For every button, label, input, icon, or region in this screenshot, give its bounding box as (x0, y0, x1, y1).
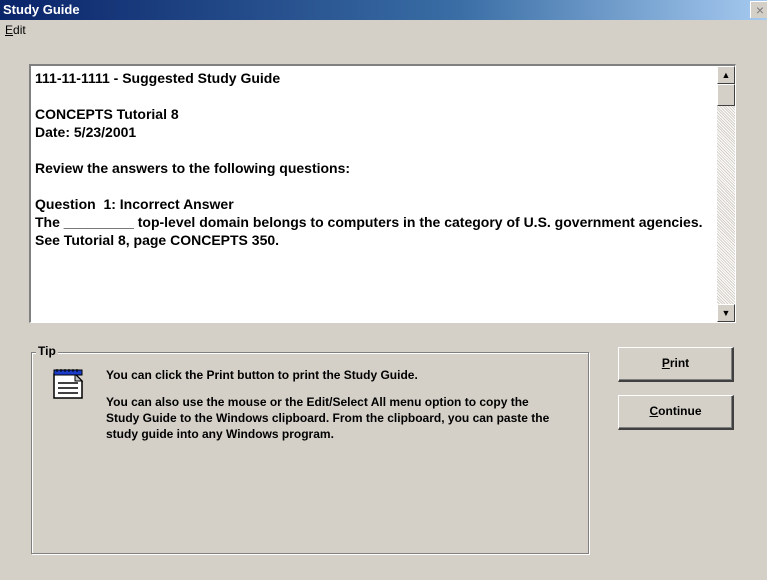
menu-edit[interactable]: Edit (3, 22, 28, 38)
tip-legend: Tip (36, 344, 58, 358)
menu-edit-mnemonic: E (5, 23, 14, 37)
menu-bar: Edit (0, 20, 767, 40)
scroll-down-icon[interactable]: ▼ (717, 304, 735, 322)
print-label: rint (669, 356, 690, 370)
guide-tutorial: CONCEPTS Tutorial 8 (35, 106, 179, 122)
window-title: Study Guide (3, 2, 80, 17)
menu-edit-label: dit (13, 23, 26, 37)
print-mnemonic: P (661, 356, 670, 370)
title-bar: Study Guide × (0, 0, 767, 20)
continue-button[interactable]: Continue (618, 395, 734, 430)
print-button[interactable]: Print (618, 347, 734, 382)
tip-text: You can click the Print button to print … (106, 367, 556, 453)
close-icon[interactable]: × (750, 1, 767, 18)
scroll-thumb[interactable] (717, 84, 735, 106)
vertical-scrollbar[interactable]: ▲ ▼ (717, 66, 735, 322)
continue-label: ontinue (658, 404, 702, 418)
tip-line-print: You can click the Print button to print … (106, 368, 418, 382)
scroll-up-icon[interactable]: ▲ (717, 66, 735, 84)
guide-date: Date: 5/23/2001 (35, 124, 137, 140)
question-reference: See Tutorial 8, page CONCEPTS 350. (35, 232, 280, 248)
guide-instruction: Review the answers to the following ques… (35, 160, 351, 176)
study-guide-textbox[interactable]: 111-11-1111 - Suggested Study Guide CONC… (29, 64, 736, 323)
question-text: The _________ top-level domain belongs t… (35, 214, 703, 230)
continue-mnemonic: C (649, 404, 659, 418)
guide-header: 111-11-1111 - Suggested Study Guide (35, 70, 281, 86)
question-title: Question 1: Incorrect Answer (35, 196, 234, 212)
tip-line-copy: You can also use the mouse or the Edit/S… (106, 395, 550, 441)
study-guide-content: 111-11-1111 - Suggested Study Guide CONC… (35, 69, 717, 267)
notepad-icon (53, 369, 84, 399)
